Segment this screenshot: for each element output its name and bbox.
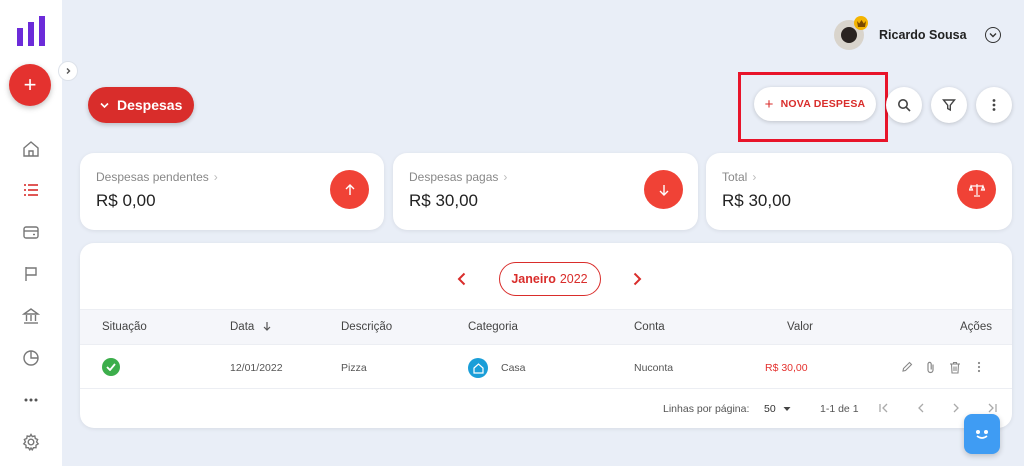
crown-icon [854, 16, 868, 30]
table-header: Situação Data Descrição Categoria Conta … [80, 309, 1012, 345]
header-acoes: Ações [960, 321, 992, 333]
cell-data: 12/01/2022 [230, 362, 283, 374]
table-row[interactable]: 12/01/2022 Pizza Casa Nuconta R$ 30,00 [80, 345, 1012, 389]
card-value: R$ 30,00 [722, 191, 791, 210]
more-horizontal-icon[interactable] [21, 390, 41, 410]
pagination-bar: Linhas por página: 50 1-1 de 1 [80, 390, 1012, 426]
bank-icon[interactable] [21, 306, 41, 326]
chat-bot-icon [976, 430, 988, 439]
next-page-icon[interactable] [949, 401, 963, 415]
more-options-button[interactable] [976, 87, 1012, 123]
attachment-clip-icon[interactable] [924, 360, 938, 374]
card-label: Despesas pendentes [96, 170, 209, 184]
month-selector[interactable]: Janeiro 2022 [498, 262, 601, 296]
balance-scale-icon [957, 170, 996, 209]
month-navigator: Janeiro 2022 [452, 262, 647, 296]
card-value: R$ 0,00 [96, 191, 156, 210]
header-data-label: Data [230, 321, 255, 333]
previous-month-button[interactable] [452, 269, 472, 289]
rows-per-page-select[interactable]: 50 [764, 403, 791, 415]
chevron-right-icon: › [503, 170, 508, 184]
arrow-down-icon [263, 322, 270, 331]
add-transaction-button[interactable]: + [9, 64, 51, 106]
card-total[interactable]: Total › R$ 30,00 [706, 153, 1012, 230]
header-conta[interactable]: Conta [634, 321, 665, 333]
transactions-list-icon[interactable] [21, 180, 41, 200]
rows-per-page-value: 50 [764, 403, 776, 415]
more-vertical-icon [992, 99, 996, 111]
chat-assistant-button[interactable] [964, 414, 1000, 454]
year-label: 2022 [559, 272, 588, 286]
header-descricao[interactable]: Descrição [341, 321, 392, 333]
cell-categoria: Casa [501, 362, 526, 374]
chevron-right-icon [633, 272, 642, 286]
new-expense-button[interactable]: + NOVA DESPESA [754, 87, 876, 121]
cell-descricao: Pizza [341, 362, 367, 374]
month-label: Janeiro [511, 272, 556, 286]
paid-status-icon[interactable] [102, 358, 120, 376]
search-button[interactable] [886, 87, 922, 123]
wallet-icon[interactable] [21, 222, 41, 242]
first-page-icon[interactable] [877, 401, 891, 415]
next-month-button[interactable] [627, 269, 647, 289]
previous-page-icon[interactable] [914, 401, 928, 415]
card-paid-expenses[interactable]: Despesas pagas › R$ 30,00 [393, 153, 698, 230]
pie-chart-icon[interactable] [21, 348, 41, 368]
plus-icon: + [764, 95, 774, 113]
flag-icon[interactable] [21, 264, 41, 284]
search-icon [898, 99, 911, 112]
header-categoria[interactable]: Categoria [468, 321, 518, 333]
house-icon [468, 358, 488, 378]
pagination-range: 1-1 de 1 [820, 403, 859, 415]
cell-conta: Nuconta [634, 362, 674, 374]
card-label: Total [722, 170, 748, 184]
user-name: Ricardo Sousa [879, 28, 967, 42]
chevron-down-icon[interactable] [984, 27, 1001, 43]
arrow-up-icon [330, 170, 369, 209]
filter-button[interactable] [931, 87, 967, 123]
page-title-dropdown[interactable]: Despesas [88, 87, 194, 123]
settings-gear-icon[interactable] [21, 432, 41, 452]
header-data[interactable]: Data [230, 321, 272, 333]
row-more-vertical-icon[interactable] [972, 360, 986, 374]
card-label: Despesas pagas [409, 170, 499, 184]
sidebar-expand-toggle[interactable] [58, 61, 78, 81]
delete-trash-icon[interactable] [948, 360, 962, 374]
chevron-right-icon: › [213, 170, 218, 184]
avatar[interactable] [834, 16, 868, 50]
header-valor[interactable]: Valor [787, 321, 813, 333]
last-page-icon[interactable] [985, 401, 999, 415]
card-value: R$ 30,00 [409, 191, 478, 210]
sidebar: + [0, 0, 62, 466]
card-pending-expenses[interactable]: Despesas pendentes › R$ 0,00 [80, 153, 384, 230]
app-logo [17, 16, 45, 46]
chevron-right-icon: › [752, 170, 757, 184]
arrow-down-icon [644, 170, 683, 209]
header-situacao[interactable]: Situação [102, 321, 147, 333]
caret-down-icon [783, 407, 791, 411]
filter-icon [942, 99, 956, 112]
new-expense-label: NOVA DESPESA [780, 98, 866, 110]
home-icon[interactable] [21, 139, 41, 159]
edit-pencil-icon[interactable] [900, 360, 914, 374]
chevron-down-icon [100, 102, 109, 108]
user-menu[interactable]: Ricardo Sousa [834, 16, 1001, 52]
chevron-left-icon [457, 272, 466, 286]
page-title: Despesas [117, 97, 183, 113]
cell-valor: R$ 30,00 [765, 362, 808, 374]
rows-per-page-label: Linhas por página: [663, 403, 750, 415]
